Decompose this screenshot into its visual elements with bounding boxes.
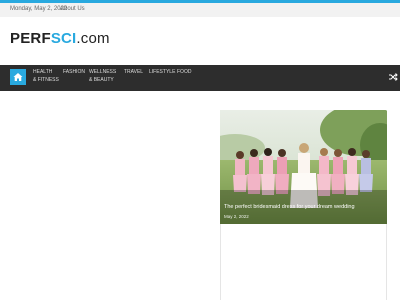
featured-post-title[interactable]: The perfect bridesmaid dress for your dr… (224, 204, 384, 210)
logo-part-sci: SCI (50, 30, 77, 47)
nav-item-travel[interactable]: Travel (124, 68, 143, 76)
nav-item-label: Wellness (89, 69, 117, 75)
nav-item-label: Lifestyle (149, 69, 176, 75)
featured-post-card[interactable]: The perfect bridesmaid dress for your dr… (220, 110, 387, 224)
nav-item-label: Food (177, 69, 192, 75)
sidebar-panel (220, 224, 387, 300)
nav-item-label: Fashion (63, 69, 85, 75)
about-us-link[interactable]: About Us (60, 6, 85, 12)
nav-item-label-2: & Fitness (33, 77, 59, 83)
nav-item-label: Health (33, 69, 53, 75)
nav-item-fashion[interactable]: Fashion (63, 68, 85, 76)
nav-item-label: Travel (124, 69, 144, 75)
top-bar: Monday, May 2, 2022 About Us (0, 3, 400, 17)
site-logo[interactable]: PERFSCI.com (10, 30, 110, 47)
nav-item-food[interactable]: Food (177, 68, 191, 76)
logo-part-domain: .com (76, 30, 110, 47)
logo-part-perf: PERF (10, 30, 51, 47)
home-button[interactable] (10, 69, 26, 85)
nav-item-label-2: & Beauty (89, 77, 114, 83)
featured-post-meta: May 2, 2022 (224, 214, 249, 219)
home-icon (13, 73, 23, 81)
nav-item-wellness[interactable]: Wellness & Beauty (89, 68, 116, 84)
nav-item-health[interactable]: Health & Fitness (33, 68, 59, 84)
current-date: Monday, May 2, 2022 (10, 6, 68, 12)
nav-item-lifestyle[interactable]: Lifestyle (149, 68, 175, 76)
shuffle-icon[interactable] (388, 72, 398, 82)
main-navigation: Health & Fitness Fashion Wellness & Beau… (0, 65, 400, 91)
